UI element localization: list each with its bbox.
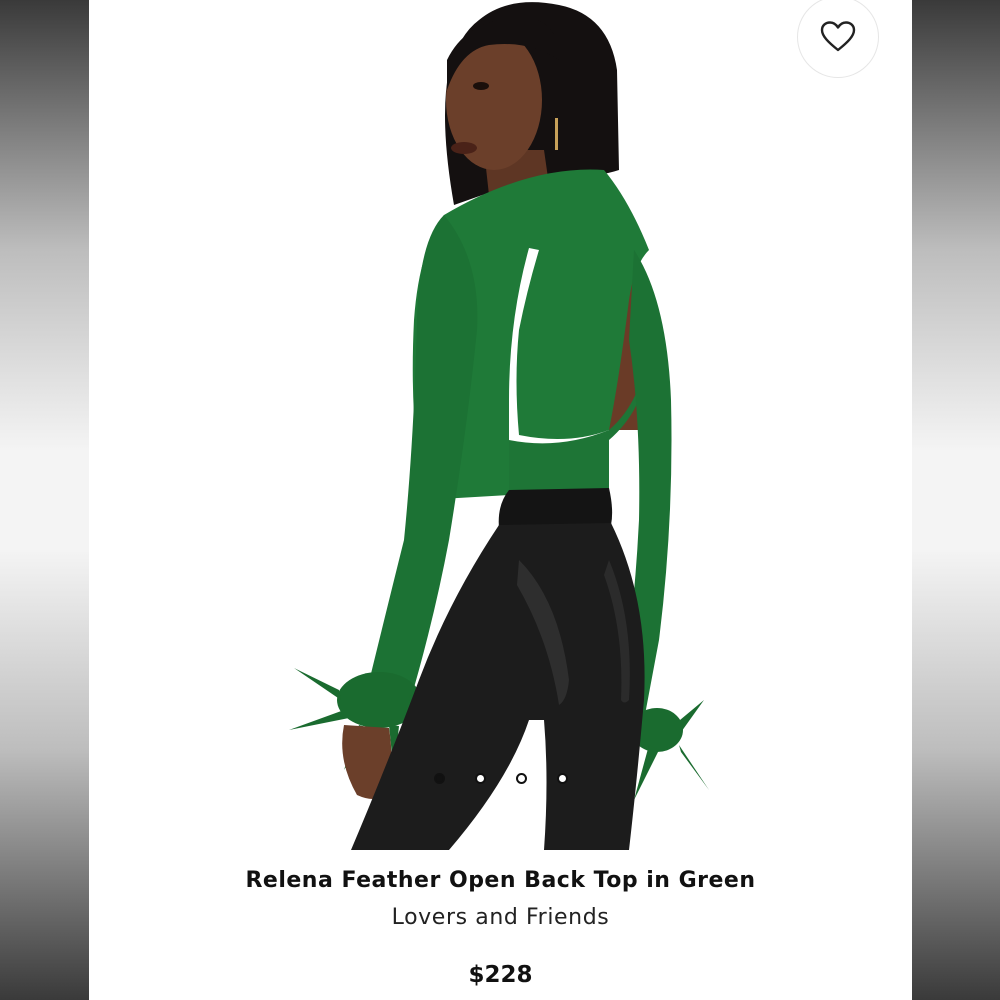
gallery-dot-3[interactable]	[515, 773, 527, 784]
product-card: Relena Feather Open Back Top in Green Lo…	[89, 0, 912, 1000]
gallery-dot-4[interactable]	[556, 773, 568, 784]
gallery-dot-2[interactable]	[474, 773, 486, 784]
product-price: $228	[468, 962, 533, 988]
model-illustration	[289, 2, 709, 850]
product-image[interactable]	[89, 0, 912, 850]
heart-outline-icon	[820, 21, 856, 52]
product-title: Relena Feather Open Back Top in Green	[245, 868, 756, 893]
screenshot-frame: Relena Feather Open Back Top in Green Lo…	[0, 0, 1000, 1000]
gallery-pagination	[89, 773, 912, 784]
gallery-dot-1[interactable]	[433, 773, 445, 784]
product-brand[interactable]: Lovers and Friends	[89, 905, 912, 930]
